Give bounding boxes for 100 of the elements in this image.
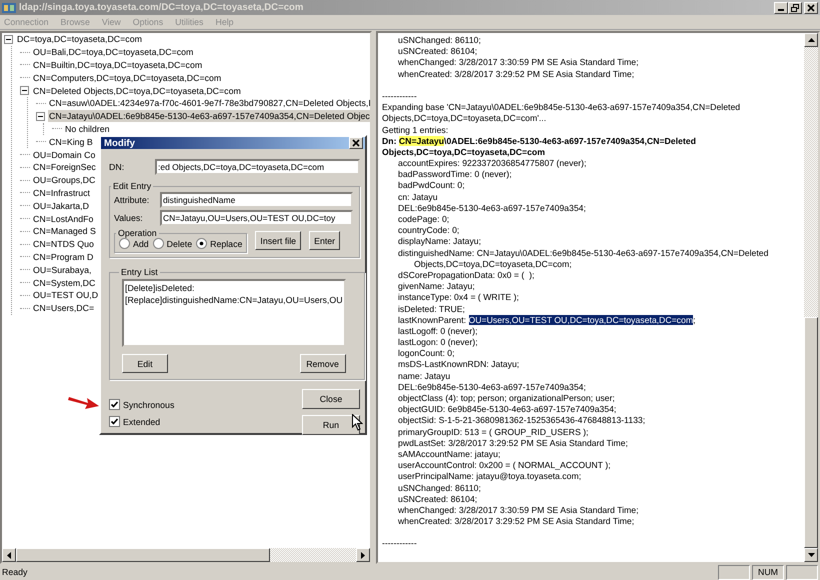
separator-text: ------------ bbox=[382, 90, 417, 101]
field-label: Attribute: bbox=[114, 195, 150, 205]
tree-item[interactable]: CN=ForeignSec bbox=[32, 161, 97, 174]
attribute-text: dSCorePropagationData: 0x0 = ( ); bbox=[398, 270, 534, 280]
tree-item[interactable]: CN=Infrastruct bbox=[32, 186, 91, 199]
attribute-text: cn: Jatayu bbox=[398, 192, 438, 202]
collapse-icon[interactable] bbox=[4, 34, 13, 44]
attribute-text: isDeleted: TRUE; bbox=[398, 304, 465, 314]
scroll-left-icon[interactable] bbox=[2, 548, 16, 562]
attribute-text: DEL:6e9b845e-5130-4e63-a697-157e7409a354; bbox=[398, 202, 586, 213]
attribute-text: lastLogon: 0 (never); bbox=[398, 337, 478, 348]
output-text: Objects,DC=toya,DC=toyaseta,DC=com'... bbox=[382, 113, 546, 124]
pointer-arrow bbox=[68, 394, 100, 410]
attribute-text: pwdLastSet: 3/28/2017 3:29:52 PM SE Asia Standard Time; bbox=[398, 438, 628, 448]
radio-option[interactable]: Replace bbox=[196, 238, 242, 249]
list-item[interactable]: [Delete]isDeleted: bbox=[125, 282, 343, 294]
mouse-cursor-icon bbox=[352, 414, 363, 431]
scroll-up-icon[interactable] bbox=[804, 33, 818, 47]
field-label: DN: bbox=[109, 162, 126, 172]
dialog-button[interactable]: Enter bbox=[309, 231, 340, 250]
values-field[interactable]: CN=Jatayu,OU=Users,OU=TEST OU,DC=toy bbox=[160, 210, 353, 226]
checkbox-option[interactable]: Synchronous bbox=[109, 399, 174, 410]
vertical-scrollbar[interactable] bbox=[804, 33, 818, 562]
app-icon bbox=[2, 2, 16, 14]
dialog-button[interactable]: Run bbox=[302, 415, 360, 435]
attribute-text: logonCount: 0; bbox=[398, 348, 455, 358]
status-panel bbox=[786, 564, 818, 580]
tree-item[interactable]: CN=LostAndFo bbox=[32, 212, 94, 225]
horizontal-scrollbar[interactable] bbox=[2, 548, 370, 562]
dialog-button[interactable]: Edit bbox=[122, 354, 168, 373]
tree-item[interactable]: CN=asuw\0ADEL:4234e97a-f70c-4601-9e7f-78e3bd790827,CN=Deleted Objects,I bbox=[48, 97, 370, 110]
tree-item[interactable]: No children bbox=[64, 122, 110, 135]
dialog-title: Modify bbox=[104, 138, 136, 148]
tree-item[interactable]: CN=NTDS Quo bbox=[32, 238, 95, 250]
group-title: Operation bbox=[117, 228, 158, 238]
tree-item[interactable]: CN=Computers,DC=toya,DC=toyaseta,DC=com bbox=[32, 72, 222, 84]
restore-icon bbox=[791, 4, 799, 12]
tree-item[interactable]: CN=System,DC bbox=[32, 276, 96, 289]
scroll-right-icon[interactable] bbox=[356, 548, 370, 562]
status-panel bbox=[718, 564, 750, 580]
attribute-text: name: Jatayu bbox=[398, 370, 450, 381]
scroll-down-icon[interactable] bbox=[804, 548, 818, 562]
dn-text: Objects,DC=toya,DC=toyaseta,DC=com bbox=[382, 146, 545, 157]
attribute-text: objectClass (4): top; person; organizationalPerson; user; bbox=[398, 393, 615, 403]
tree-item[interactable]: CN=Jatayu\0ADEL:6e9b845e-5130-4e63-a697-157e7409a354,CN=Deleted Objec bbox=[48, 110, 370, 122]
tree-item[interactable]: CN=Managed S bbox=[32, 225, 97, 238]
tree-item[interactable]: CN=King B bbox=[48, 136, 94, 148]
radio-option[interactable]: Delete bbox=[152, 238, 192, 249]
output-text: Getting 1 entries: bbox=[382, 124, 448, 134]
close-icon bbox=[352, 139, 360, 147]
attribute-text: DEL:6e9b845e-5130-4e63-a697-157e7409a354; bbox=[398, 382, 586, 392]
attribute-text: codePage: 0; bbox=[398, 214, 450, 224]
attribute-text: badPwdCount: 0; bbox=[398, 180, 465, 190]
attribute-text: primaryGroupID: 513 = ( GROUP_RID_USERS ); bbox=[398, 426, 588, 437]
attribute-text: countryCode: 0; bbox=[398, 225, 460, 236]
close-button[interactable] bbox=[349, 137, 363, 149]
tree-item[interactable]: OU=Jakarta,D bbox=[32, 200, 90, 212]
attribute-text: uSNChanged: 86110; bbox=[398, 35, 481, 45]
tree-item[interactable]: OU=Surabaya, bbox=[32, 264, 92, 276]
attribute-text: distinguishedName: CN=Jatayu\0ADEL:6e9b845e-5130-4e63-a697-157e7409a354,CN=Deleted bbox=[398, 248, 768, 258]
attribute-text: lastLogoff: 0 (never); bbox=[398, 326, 478, 336]
attribute-text: accountExpires: 9223372036854775807 (never); bbox=[398, 158, 586, 168]
group-title: Entry List bbox=[120, 267, 159, 277]
attribute-text: whenChanged: 3/28/2017 3:30:59 PM SE Asia Standard Time; bbox=[398, 504, 639, 515]
attribute-text: userPrincipalName: jatayu@toya.toyaseta.com; bbox=[398, 471, 582, 482]
status-panel: NUM bbox=[752, 564, 784, 580]
radio-option[interactable]: Add bbox=[119, 238, 149, 249]
attribute-field[interactable]: distinguishedName bbox=[160, 192, 353, 208]
dialog-button[interactable]: Remove bbox=[300, 354, 346, 373]
status-text: Ready bbox=[2, 567, 28, 577]
attribute-text: objectSid: S-1-5-21-3680981362-1525365436-476848813-1133; bbox=[398, 415, 646, 426]
group-title: Edit Entry bbox=[112, 181, 152, 191]
close-icon bbox=[807, 4, 815, 12]
tree-item[interactable]: OU=Groups,DC bbox=[32, 174, 96, 186]
attribute-text: objectGUID: 6e9b845e-5130-4e63-a697-157e7409a354; bbox=[398, 404, 616, 414]
dn-text: Dn: CN=Jatayu\0ADEL:6e9b845e-5130-4e63-a697-157e7409a354,CN=Deleted bbox=[382, 136, 696, 146]
checkbox-option[interactable]: Extended bbox=[109, 416, 174, 427]
attribute-text: whenCreated: 3/28/2017 3:29:52 PM SE Asia Standard Time; bbox=[398, 68, 634, 79]
dialog-button[interactable]: Close bbox=[302, 389, 360, 409]
dialog-button[interactable]: Insert file bbox=[255, 231, 302, 250]
tree-item[interactable]: OU=Domain Co bbox=[32, 148, 96, 161]
collapse-icon[interactable] bbox=[20, 86, 29, 96]
attribute-text: whenCreated: 3/28/2017 3:29:52 PM SE Asia Standard Time; bbox=[398, 516, 634, 526]
tree-item[interactable]: OU=TEST OU,D bbox=[32, 289, 100, 302]
scrollbar-thumb[interactable] bbox=[16, 548, 270, 562]
tree-item[interactable]: OU=Bali,DC=toya,DC=toyaseta,DC=com bbox=[32, 46, 194, 58]
list-item[interactable]: [Replace]distinguishedName:CN=Jatayu,OU=Users,OU bbox=[125, 294, 343, 306]
tree-item[interactable]: CN=Deleted Objects,DC=toya,DC=toyaseta,DC=com bbox=[32, 84, 242, 97]
dn-field[interactable]: :ed Objects,DC=toya,DC=toyaseta,DC=com bbox=[155, 159, 360, 175]
collapse-icon[interactable] bbox=[36, 112, 45, 121]
output-text: Expanding base 'CN=Jatayu\0ADEL:6e9b845e-5130-4e63-a697-157e7409a354,CN=Deleted bbox=[382, 102, 740, 112]
attribute-text: userAccountControl: 0x200 = ( NORMAL_ACCOUNT ); bbox=[398, 460, 611, 470]
tree-item[interactable]: DC=toya,DC=toyaseta,DC=com bbox=[16, 33, 143, 46]
attribute-text: lastKnownParent: OU=Users,OU=TEST OU,DC=toya,DC=toyaseta,DC=com; bbox=[398, 314, 696, 325]
entry-listbox[interactable]: [Delete]isDeleted: [Replace]distinguishedName:CN=Jatayu,OU=Users,OU bbox=[122, 279, 346, 347]
tree-item[interactable]: CN=Builtin,DC=toya,DC=toyaseta,DC=com bbox=[32, 58, 204, 71]
attribute-text: sAMAccountName: jatayu; bbox=[398, 448, 500, 459]
tree-item[interactable]: CN=Program D bbox=[32, 250, 94, 263]
tree-item[interactable]: CN=Users,DC= bbox=[32, 302, 96, 314]
scrollbar-thumb[interactable] bbox=[804, 317, 818, 548]
